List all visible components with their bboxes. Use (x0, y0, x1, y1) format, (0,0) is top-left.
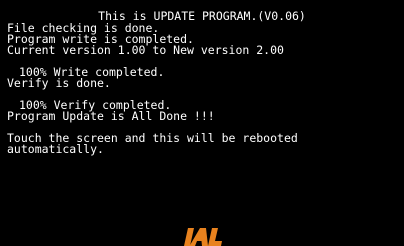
update-screen[interactable]: This is UPDATE PROGRAM.(V0.06) File chec… (0, 0, 404, 246)
reboot-instruction-line-2: automatically. (7, 142, 104, 156)
verify-done-status: Verify is done. (7, 76, 111, 90)
update-done-status: Program Update is All Done !!! (7, 109, 215, 123)
iai-logo (184, 226, 224, 246)
version-change-status: Current version 1.00 to New version 2.00 (7, 43, 284, 57)
